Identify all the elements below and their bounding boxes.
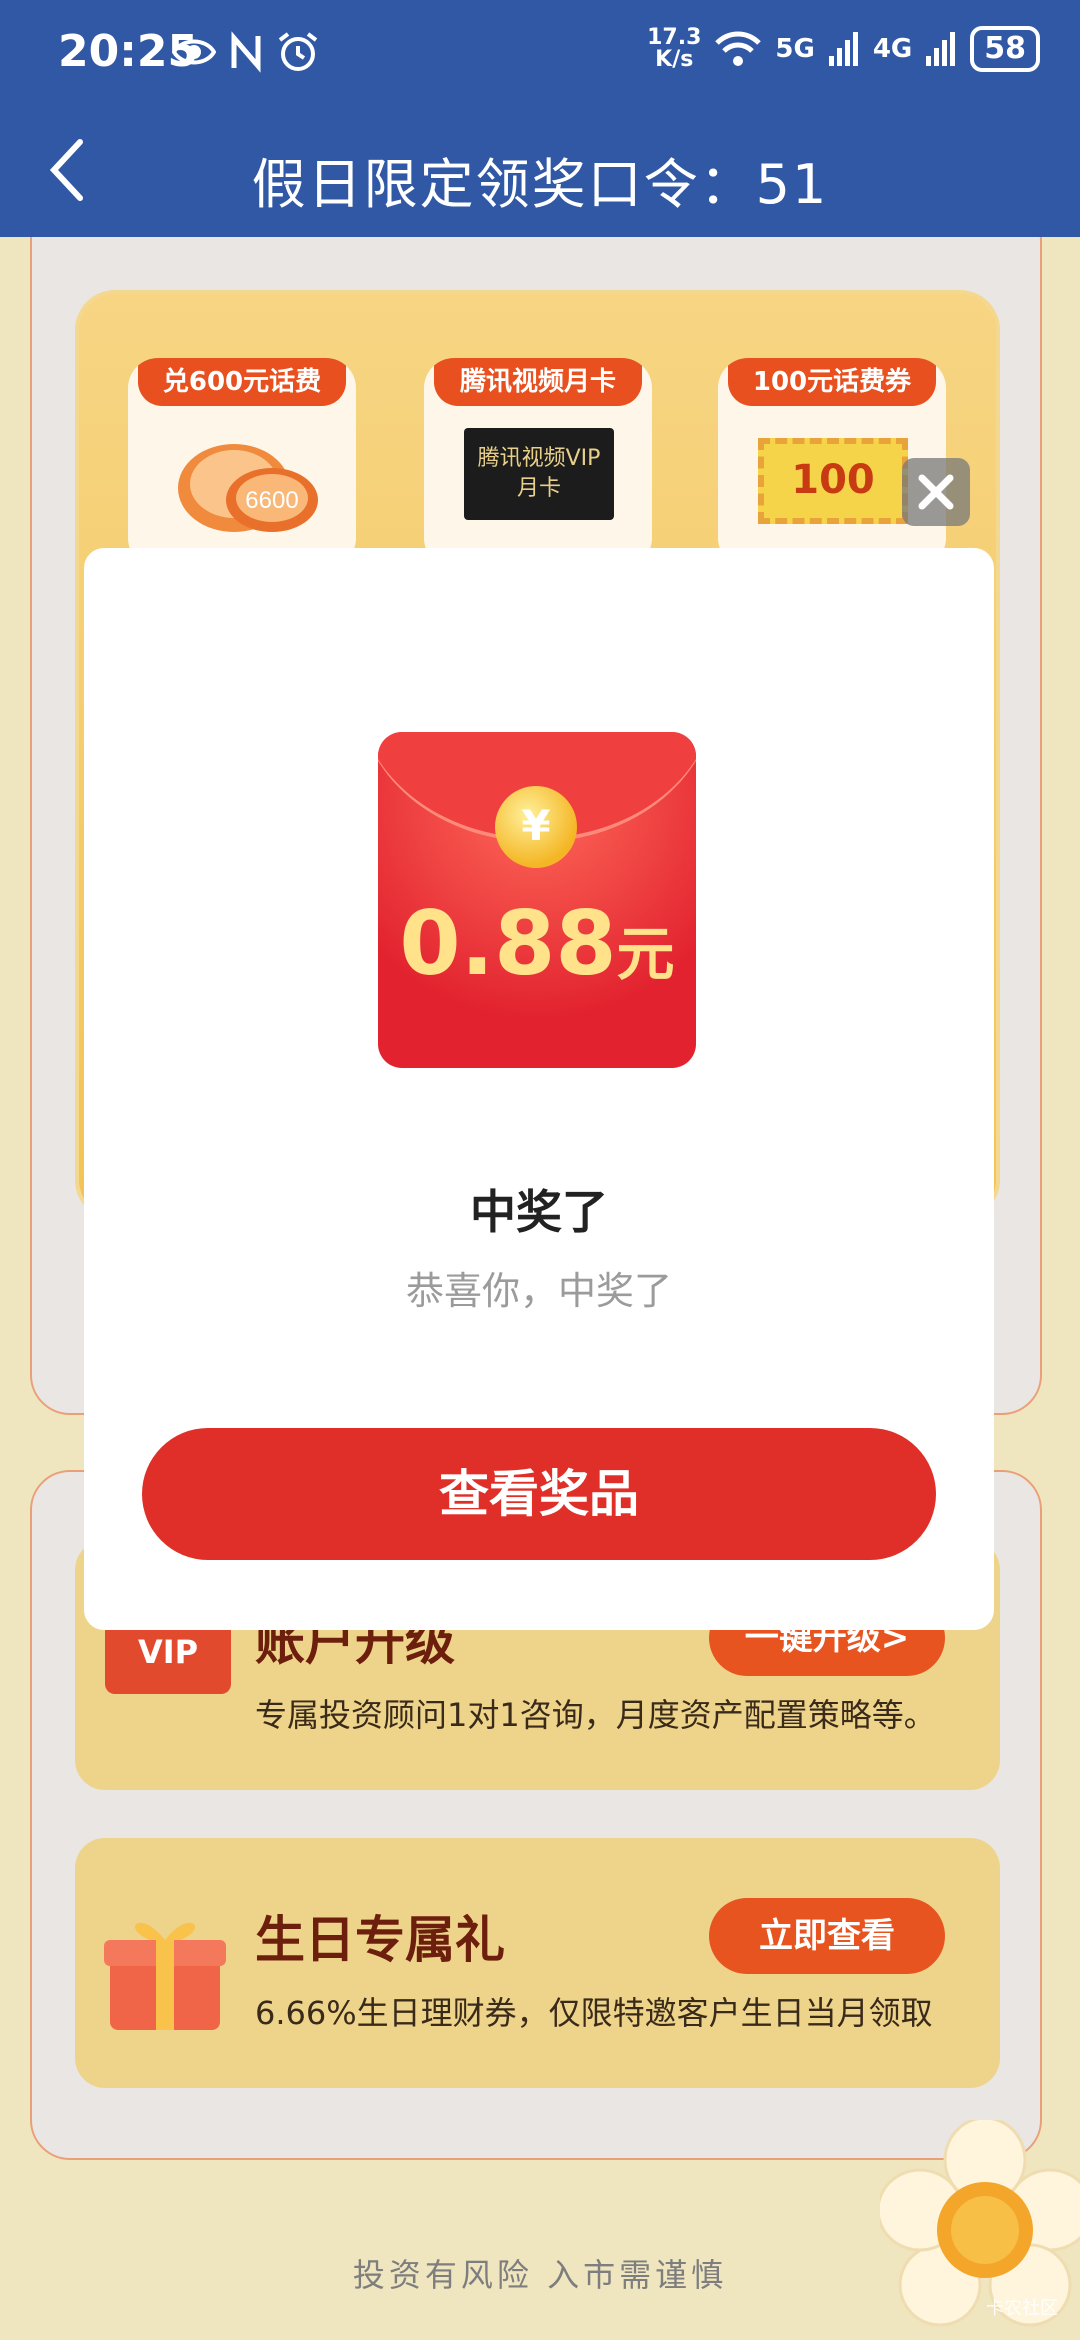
vip-card-line2: 月卡 <box>516 476 561 501</box>
row-title: 生日专属礼 <box>255 1911 505 1969</box>
prize-tag: 腾讯视频月卡 <box>434 358 642 406</box>
close-icon <box>918 474 954 510</box>
alarm-icon <box>278 32 318 71</box>
signal-bars-icon <box>926 32 956 66</box>
signal-5g-label: 5G <box>775 34 815 64</box>
vip-card-line1: 腾讯视频VIP <box>477 446 601 471</box>
status-left-icons <box>172 30 320 74</box>
eye-icon <box>172 39 216 65</box>
page-title: 假日限定领奖口令：51 <box>251 153 829 216</box>
gift-box-icon <box>104 1922 226 2030</box>
network-speed: 17.3 K/s <box>647 25 702 72</box>
modal-subtitle: 恭喜你，中奖了 <box>405 1269 672 1313</box>
svg-text:6600: 6600 <box>245 487 298 514</box>
watermark: 卡农社区 <box>986 2298 1058 2319</box>
wifi-icon <box>715 31 762 66</box>
prize-tag: 100元话费券 <box>728 358 936 406</box>
ticket-amount: 100 <box>791 457 875 503</box>
nfc-icon <box>231 31 261 73</box>
modal-title: 中奖了 <box>470 1185 608 1239</box>
yuan-coin-icon: ¥ <box>495 786 577 868</box>
red-envelope-icon: ¥ 0.88元 <box>378 732 696 1068</box>
signal-bars-icon <box>828 32 858 66</box>
view-now-button[interactable]: 立即查看 <box>709 1898 945 1974</box>
prize-tag: 兑600元话费 <box>138 358 346 406</box>
view-prize-button[interactable]: 查看奖品 <box>142 1428 936 1560</box>
prize-modal: ¥ 0.88元 中奖了 恭喜你，中奖了 查看奖品 <box>84 548 994 1630</box>
prize-item-topup[interactable]: 兑600元话费 6600 <box>128 358 356 568</box>
battery-icon: 58 <box>970 26 1040 72</box>
app-header: 20:25 17.3 K/s 5G 4G 58 假日限定领奖口令：51 <box>0 0 1080 237</box>
row-desc: 专属投资顾问1对1咨询，月度资产配置策略等。 <box>255 1696 936 1734</box>
close-button[interactable] <box>902 458 970 526</box>
ticket-icon: 100 <box>758 438 908 524</box>
status-bar: 20:25 17.3 K/s 5G 4G 58 <box>0 0 1080 110</box>
prize-amount: 0.88元 <box>399 892 675 995</box>
vip-card-icon: 腾讯视频VIP 月卡 <box>464 428 614 520</box>
prize-item-video[interactable]: 腾讯视频月卡 腾讯视频VIP 月卡 <box>424 358 652 568</box>
signal-4g-label: 4G <box>872 34 913 64</box>
birthday-gift-row: 生日专属礼 6.66%生日理财券，仅限特邀客户生日当月领取 立即查看 <box>75 1838 1000 2088</box>
nav-bar: 假日限定领奖口令：51 <box>0 110 1080 237</box>
coin-icon: 6600 <box>178 444 318 532</box>
status-right-icons: 17.3 K/s 5G 4G 58 <box>647 26 1040 72</box>
row-desc: 6.66%生日理财券，仅限特邀客户生日当月领取 <box>255 1994 933 2032</box>
